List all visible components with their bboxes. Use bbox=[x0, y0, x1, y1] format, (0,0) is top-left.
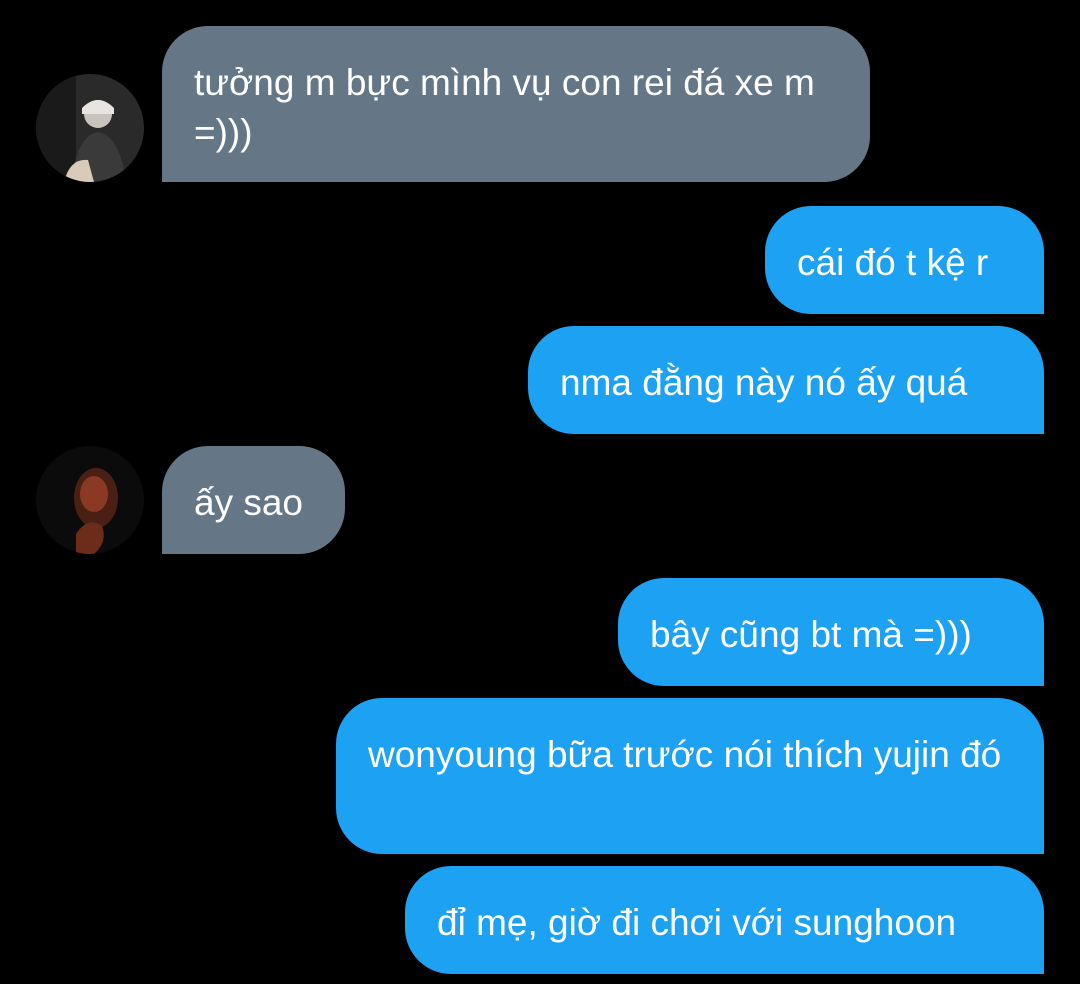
message-bubble-outgoing[interactable]: bây cũng bt mà =))) bbox=[618, 578, 1044, 686]
message-bubble-outgoing[interactable]: cái đó t kệ r bbox=[765, 206, 1044, 314]
message-bubble-outgoing[interactable]: nma đằng này nó ấy quá bbox=[528, 326, 1044, 434]
message-bubble-incoming[interactable]: tưởng m bực mình vụ con rei đá xe m =))) bbox=[162, 26, 870, 182]
message-bubble-incoming[interactable]: ấy sao bbox=[162, 446, 345, 554]
sender-avatar-icon[interactable] bbox=[36, 446, 144, 554]
message-bubble-outgoing[interactable]: wonyoung bữa trước nói thích yujin đó bbox=[336, 698, 1044, 854]
message-bubble-outgoing[interactable]: đỉ mẹ, giờ đi chơi với sunghoon bbox=[405, 866, 1044, 974]
sender-avatar-icon[interactable] bbox=[36, 74, 144, 182]
